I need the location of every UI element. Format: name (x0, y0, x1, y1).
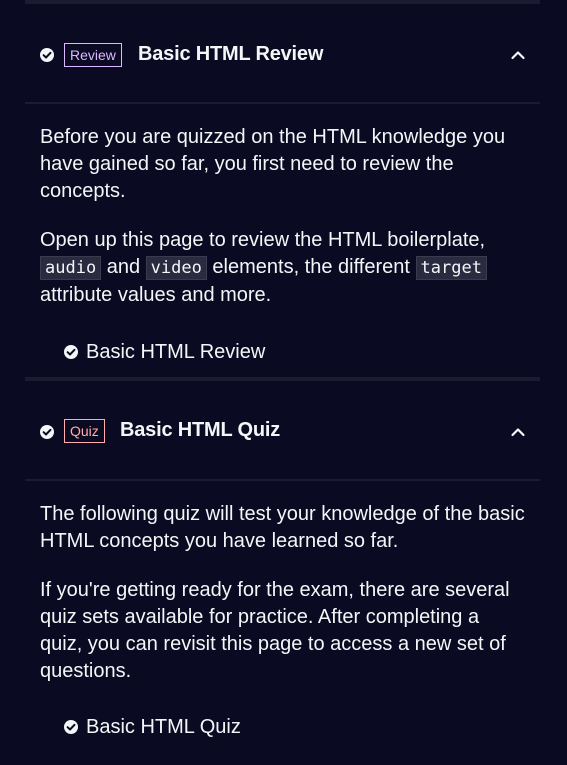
review-block-header[interactable]: Review Basic HTML Review (25, 4, 540, 104)
review-block: Review Basic HTML Review Before you are … (25, 4, 540, 309)
check-circle-icon (64, 720, 78, 734)
text-segment: elements, the different (206, 256, 416, 278)
quiz-block: Quiz Basic HTML Quiz The following quiz … (25, 381, 540, 685)
quiz-badge: Quiz (64, 419, 105, 443)
check-circle-icon (40, 425, 54, 439)
description-paragraph: Before you are quizzed on the HTML knowl… (40, 126, 506, 202)
description-paragraph: If you're getting ready for the exam, th… (40, 579, 510, 682)
code-snippet: target (415, 256, 487, 280)
code-snippet: video (145, 256, 207, 280)
text-segment: and (101, 256, 146, 278)
review-block-description: Before you are quizzed on the HTML knowl… (25, 104, 540, 309)
text-segment: Open up this page to review the HTML boi… (40, 229, 486, 251)
block-title: Basic HTML Review (138, 43, 324, 65)
text-segment: attribute values and more. (40, 284, 272, 306)
chevron-up-icon[interactable] (510, 47, 526, 63)
quiz-block-description: The following quiz will test your knowle… (25, 481, 540, 685)
description-paragraph: The following quiz will test your knowle… (40, 503, 525, 552)
block-title: Basic HTML Quiz (120, 419, 280, 441)
chevron-up-icon[interactable] (510, 424, 526, 440)
curriculum-page: Review Basic HTML Review Before you are … (0, 0, 567, 765)
challenge-link-label: Basic HTML Quiz (86, 716, 241, 738)
challenge-link-label: Basic HTML Review (86, 341, 266, 363)
quiz-block-header[interactable]: Quiz Basic HTML Quiz (25, 381, 540, 481)
check-circle-icon (64, 345, 78, 359)
description-paragraph: Open up this page to review the HTML boi… (40, 227, 525, 309)
check-circle-icon (40, 48, 54, 62)
code-snippet: audio (40, 256, 102, 280)
review-badge: Review (64, 43, 122, 67)
